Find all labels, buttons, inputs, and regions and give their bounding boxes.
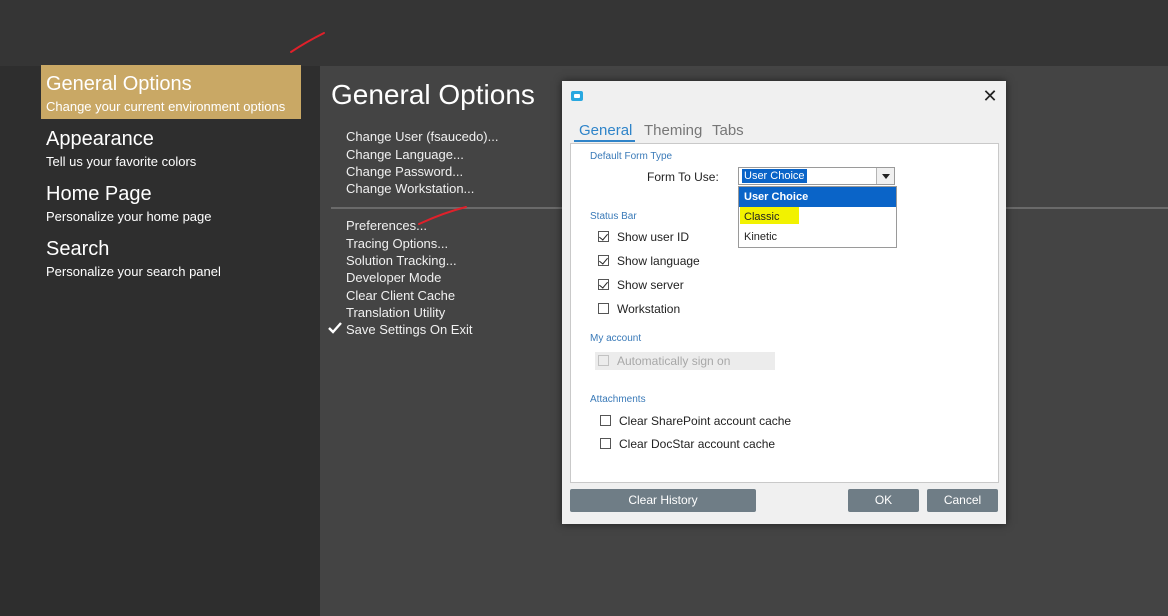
red-annotation-mark [290, 32, 325, 53]
page-title: General Options [331, 79, 535, 110]
my-account-heading: My account [590, 333, 642, 344]
tracing-options-link[interactable]: Tracing Options... [346, 236, 448, 251]
change-workstation-link[interactable]: Change Workstation... [346, 181, 474, 196]
clear-docstar-cache-label: Clear DocStar account cache [619, 437, 776, 451]
change-language-link[interactable]: Change Language... [346, 147, 464, 162]
show-server-checkbox[interactable] [598, 279, 609, 290]
tab-general[interactable]: General [579, 122, 632, 139]
red-annotation-mark [418, 206, 467, 225]
clear-sharepoint-cache-checkbox[interactable] [600, 415, 611, 426]
nav-item-title: Appearance [46, 128, 154, 150]
nav-item-search[interactable]: Search Personalize your search panel [41, 230, 301, 284]
close-icon[interactable]: ✕ [981, 86, 999, 106]
clear-sharepoint-cache-label: Clear SharePoint account cache [619, 414, 792, 428]
nav-item-subtitle: Personalize your home page [46, 209, 212, 224]
option-classic-label: Classic [744, 211, 780, 223]
nav-item-subtitle: Change your current environment options [46, 99, 286, 114]
option-kinetic[interactable]: Kinetic [739, 227, 896, 247]
clear-history-button[interactable]: Clear History [570, 489, 756, 512]
cancel-button[interactable]: Cancel [927, 489, 998, 512]
checkmark-icon [328, 322, 342, 334]
general-tab-panel: Default Form Type Form To Use: User Choi… [570, 143, 999, 483]
form-to-use-value: User Choice [742, 169, 807, 183]
auto-sign-on-checkbox[interactable] [598, 355, 609, 366]
tab-tabs[interactable]: Tabs [712, 122, 744, 139]
status-bar-heading: Status Bar [590, 211, 637, 222]
top-bar [0, 0, 1168, 66]
nav-item-title: General Options [46, 73, 192, 95]
auto-sign-on-label: Automatically sign on [617, 354, 731, 368]
app-icon [571, 91, 583, 101]
option-classic[interactable]: Classic [739, 207, 896, 227]
preferences-link[interactable]: Preferences... [346, 218, 427, 233]
ok-button[interactable]: OK [848, 489, 919, 512]
tab-underline [574, 140, 635, 142]
nav-item-subtitle: Personalize your search panel [46, 264, 221, 279]
change-user-link[interactable]: Change User (fsaucedo)... [346, 129, 498, 144]
tab-theming[interactable]: Theming [644, 122, 702, 139]
form-to-use-dropdown-list: User Choice Classic Kinetic [738, 186, 897, 248]
option-user-choice[interactable]: User Choice [739, 187, 896, 207]
translation-utility-link[interactable]: Translation Utility [346, 305, 445, 320]
change-password-link[interactable]: Change Password... [346, 164, 463, 179]
form-to-use-select[interactable]: User Choice [738, 167, 895, 185]
clear-client-cache-link[interactable]: Clear Client Cache [346, 288, 455, 303]
workstation-label: Workstation [617, 302, 681, 316]
save-settings-on-exit-link[interactable]: Save Settings On Exit [346, 322, 472, 337]
show-server-label: Show server [617, 278, 684, 292]
clear-docstar-cache-checkbox[interactable] [600, 438, 611, 449]
show-language-label: Show language [617, 254, 700, 268]
nav-item-title: Home Page [46, 183, 152, 205]
show-user-id-checkbox[interactable] [598, 231, 609, 242]
nav-item-general-options[interactable]: General Options Change your current envi… [41, 65, 301, 119]
nav-item-subtitle: Tell us your favorite colors [46, 154, 197, 169]
workstation-checkbox[interactable] [598, 303, 609, 314]
dropdown-arrow-icon[interactable] [876, 168, 894, 184]
developer-mode-link[interactable]: Developer Mode [346, 270, 441, 285]
show-language-checkbox[interactable] [598, 255, 609, 266]
form-to-use-label: Form To Use: [647, 170, 719, 184]
nav-item-home-page[interactable]: Home Page Personalize your home page [41, 175, 301, 229]
show-user-id-label: Show user ID [617, 230, 690, 244]
default-form-type-heading: Default Form Type [590, 151, 673, 162]
preferences-dialog: ✕ General Theming Tabs Default Form Type… [562, 81, 1006, 524]
solution-tracking-link[interactable]: Solution Tracking... [346, 253, 457, 268]
nav-item-appearance[interactable]: Appearance Tell us your favorite colors [41, 120, 301, 174]
nav-item-title: Search [46, 238, 110, 260]
left-navigation: General Options Change your current envi… [0, 65, 320, 616]
attachments-heading: Attachments [590, 394, 646, 405]
